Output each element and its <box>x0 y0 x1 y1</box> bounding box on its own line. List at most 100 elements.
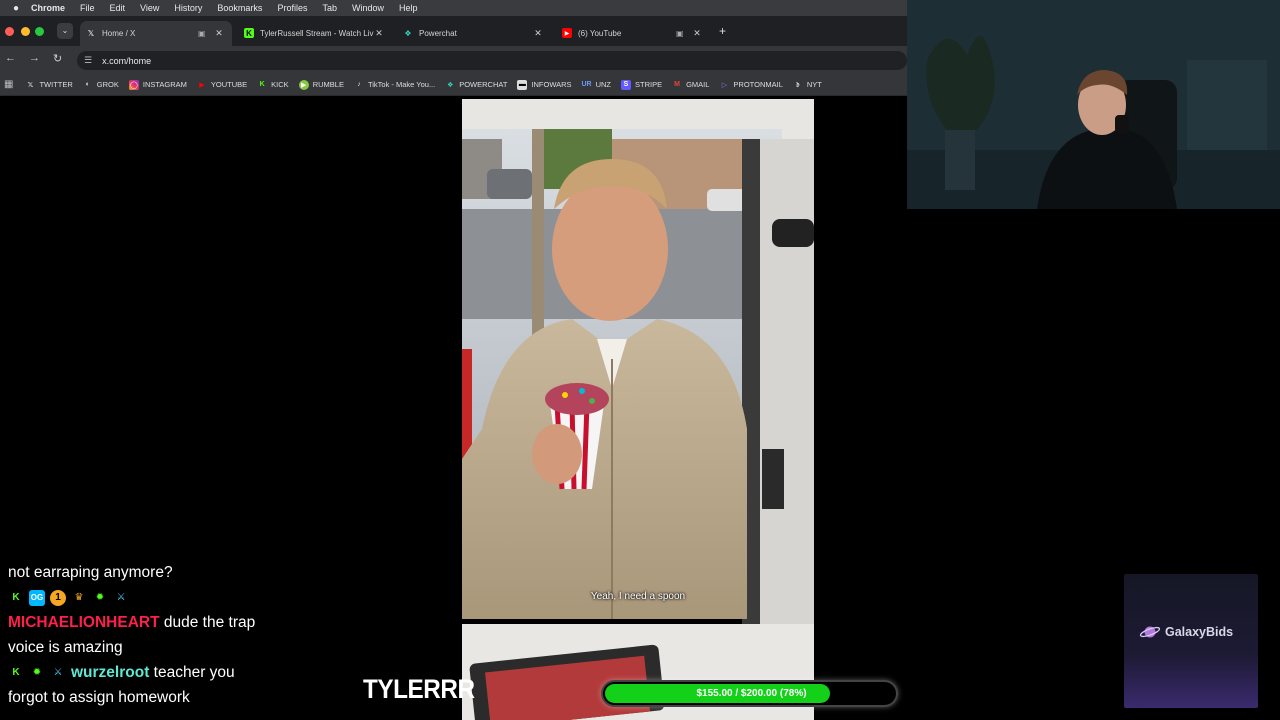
bookmark-label: NYT <box>806 80 822 89</box>
new-tab-plus-icon[interactable]: + <box>719 24 726 38</box>
infowars-icon: ▬ <box>517 79 528 90</box>
tiktok-icon: ♪ <box>357 81 361 88</box>
kick-badge-icon: K <box>12 667 20 678</box>
gmail-icon: M <box>674 81 680 88</box>
chat-username[interactable]: MICHAELIONHEART <box>8 614 160 631</box>
bookmark-label: UNZ <box>595 80 611 89</box>
window-maximize-button[interactable] <box>35 27 44 36</box>
menu-edit[interactable]: Edit <box>110 3 126 13</box>
tab-title: Powerchat <box>419 28 457 38</box>
bookmark-label: KICK <box>271 80 289 89</box>
apps-grid-icon[interactable]: ▦ <box>4 79 13 90</box>
bookmark-label: YOUTUBE <box>210 80 248 89</box>
chat-line: K ✹ ⚔ wurzelroot teacher you <box>8 660 308 685</box>
bookmark-label: STRIPE <box>634 80 663 89</box>
chat-username[interactable]: wurzelroot <box>71 660 149 685</box>
chat-line: voice is amazing <box>8 635 308 660</box>
powerchat-icon: ❖ <box>447 81 454 89</box>
bookmark-powerchat[interactable]: ❖ POWERCHAT <box>445 80 507 90</box>
chat-message-text: dude the trap <box>159 614 256 631</box>
kick-icon: K <box>259 81 265 88</box>
video-frame <box>462 99 814 720</box>
instagram-icon: ◯ <box>128 79 139 90</box>
site-settings-icon[interactable]: ☰ <box>84 55 92 66</box>
bookmark-infowars[interactable]: ▬ INFOWARS <box>517 79 572 90</box>
reload-icon[interactable]: ↻ <box>53 52 62 65</box>
close-tab-icon[interactable]: ✕ <box>374 28 384 39</box>
tab-search-chevron-icon[interactable]: ⌄ <box>57 23 73 39</box>
tab-title: Home / X <box>102 29 136 38</box>
menu-chrome[interactable]: Chrome <box>31 3 65 13</box>
bookmark-rumble[interactable]: ▶ RUMBLE <box>298 79 344 90</box>
menu-tab[interactable]: Tab <box>322 3 337 13</box>
bookmark-protonmail[interactable]: ▷ PROTONMAIL <box>719 80 783 90</box>
tab-home-x[interactable]: 𝕏 Home / X ▣ ✕ <box>80 21 232 46</box>
bookmark-nyt[interactable]: 𝔡 NYT <box>793 80 822 90</box>
close-tab-icon[interactable]: ✕ <box>692 28 702 39</box>
gift-badge-icon: ✹ <box>32 667 42 678</box>
share-tab-icon[interactable]: ▣ <box>676 29 686 38</box>
og-badge-icon: OG <box>29 589 45 606</box>
apple-menu-icon[interactable]: ● <box>9 3 23 14</box>
menu-history[interactable]: History <box>174 3 202 13</box>
stream-chat: not earraping anymore? K OG 1 ♛ ✹ ⚔ MICH… <box>8 560 308 710</box>
window-minimize-button[interactable] <box>21 27 30 36</box>
rumble-icon: ▶ <box>298 79 309 90</box>
bookmark-unz[interactable]: UR UNZ <box>582 80 611 90</box>
back-arrow-icon[interactable]: ← <box>5 52 16 64</box>
macos-menubar: ● Chrome File Edit View History Bookmark… <box>0 0 907 16</box>
donation-goal-bar: $155.00 / $200.00 (78%) <box>601 680 898 707</box>
webcam-image <box>907 0 1280 209</box>
menu-profiles[interactable]: Profiles <box>277 3 307 13</box>
menu-bookmarks[interactable]: Bookmarks <box>217 3 262 13</box>
window-close-button[interactable] <box>5 27 14 36</box>
bookmark-label: INFOWARS <box>531 80 572 89</box>
share-tab-icon[interactable]: ▣ <box>198 29 208 38</box>
url-text[interactable]: x.com/home <box>102 56 151 66</box>
tab-powerchat[interactable]: ❖ Powerchat ✕ <box>397 21 551 45</box>
bookmark-stripe[interactable]: S STRIPE <box>620 79 663 90</box>
chat-message-text: forgot to assign homework <box>8 689 190 706</box>
bookmark-twitter[interactable]: 𝕏 TWITTER <box>25 80 73 90</box>
sword-badge-icon: ⚔ <box>116 592 126 603</box>
chat-line: MICHAELIONHEART dude the trap <box>8 610 308 635</box>
youtube-icon: ▶ <box>562 28 572 38</box>
bookmark-label: GROK <box>96 80 119 89</box>
webcam-feed <box>907 0 1280 209</box>
bookmark-tiktok[interactable]: ♪ TikTok - Make You... <box>354 80 435 90</box>
chat-message-text: not earraping anymore? <box>8 564 173 581</box>
planet-icon <box>1139 626 1161 638</box>
menu-help[interactable]: Help <box>399 3 418 13</box>
close-tab-icon[interactable]: ✕ <box>214 28 224 39</box>
tab-youtube[interactable]: ▶ (6) YouTube ▣ ✕ <box>556 21 710 45</box>
chat-badges-row: K OG 1 ♛ ✹ ⚔ <box>8 585 308 610</box>
close-tab-icon[interactable]: ✕ <box>533 28 543 39</box>
grok-icon: ◐ <box>85 81 90 88</box>
tab-tylerrussell-stream[interactable]: K TylerRussell Stream - Watch Liv ✕ <box>238 21 392 45</box>
bookmark-label: RUMBLE <box>312 80 344 89</box>
bookmark-label: INSTAGRAM <box>142 80 187 89</box>
kick-badge-icon: K <box>12 592 20 603</box>
video-player[interactable]: Yeah, I need a spoon <box>462 99 814 720</box>
tab-title: TylerRussell Stream - Watch Liv <box>260 28 374 38</box>
chat-line: forgot to assign homework <box>8 685 308 710</box>
bookmarks-bar: ▦ 𝕏 TWITTER ◐ GROK ◯ INSTAGRAM ▶ YOUTUBE K KI… <box>0 74 907 96</box>
sponsor-logo: GalaxyBids <box>1139 624 1233 640</box>
bookmark-grok[interactable]: ◐ GROK <box>83 80 119 90</box>
goal-progress-text: $155.00 / $200.00 (78%) <box>696 688 807 699</box>
menu-view[interactable]: View <box>140 3 159 13</box>
address-bar[interactable]: ☰ x.com/home <box>77 51 907 70</box>
chat-message-text: teacher you <box>149 664 235 681</box>
bookmark-instagram[interactable]: ◯ INSTAGRAM <box>128 79 187 90</box>
bookmark-kick[interactable]: K KICK <box>257 80 289 90</box>
menu-file[interactable]: File <box>80 3 95 13</box>
protonmail-icon: ▷ <box>721 81 728 89</box>
stripe-icon: S <box>620 79 631 90</box>
kick-icon: K <box>244 28 254 38</box>
bookmark-gmail[interactable]: M GMAIL <box>672 80 709 90</box>
menu-window[interactable]: Window <box>352 3 384 13</box>
chat-message-text: voice is amazing <box>8 639 123 656</box>
forward-arrow-icon[interactable]: → <box>29 52 40 64</box>
bookmark-youtube[interactable]: ▶ YOUTUBE <box>197 80 247 90</box>
bookmark-label: TikTok - Make You... <box>367 80 436 89</box>
